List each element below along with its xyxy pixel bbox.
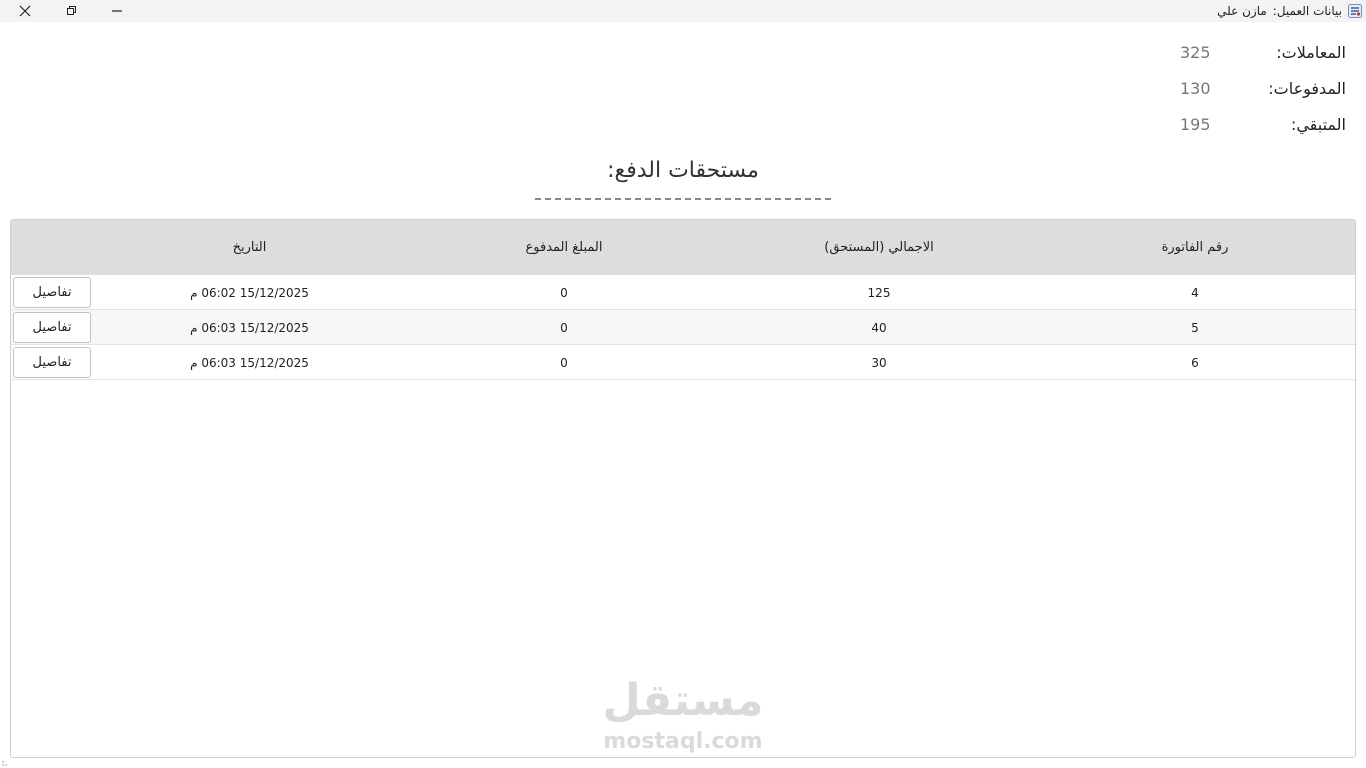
- resize-grip-icon[interactable]: [1, 759, 11, 767]
- cell-paid: 0: [560, 355, 568, 370]
- payments-value: 130: [1180, 78, 1211, 98]
- cell-invoice: 4: [1191, 285, 1199, 300]
- table-row[interactable]: 4 125 0 15/12/2025 06:02 م تفاصيل: [11, 275, 1355, 310]
- cell-invoice: 5: [1191, 320, 1199, 335]
- restore-button[interactable]: [48, 0, 94, 22]
- dues-table: رقم الفاتورة الاجمالي (المستحق) المبلغ ا…: [10, 219, 1356, 758]
- restore-icon: [67, 6, 76, 15]
- remaining-label: المتبقي:: [1290, 114, 1346, 134]
- transactions-row: 325 المعاملات:: [1180, 40, 1346, 64]
- transactions-label: المعاملات:: [1276, 42, 1346, 62]
- details-button[interactable]: تفاصيل: [13, 277, 91, 308]
- client-name: مازن علي: [1217, 4, 1267, 18]
- column-header-paid[interactable]: المبلغ المدفوع: [406, 220, 722, 275]
- dues-title: مستحقات الدفع:: [607, 158, 759, 183]
- cell-total: 40: [871, 320, 887, 335]
- payments-label: المدفوعات:: [1268, 78, 1346, 98]
- close-icon: [19, 5, 31, 17]
- cell-date: 15/12/2025 06:02 م: [190, 285, 309, 300]
- cell-date: 15/12/2025 06:03 م: [190, 320, 309, 335]
- table-row[interactable]: 6 30 0 15/12/2025 06:03 م تفاصيل: [11, 345, 1355, 380]
- payments-row: 130 المدفوعات:: [1180, 76, 1346, 100]
- minimize-button[interactable]: [94, 0, 140, 22]
- title-bar: مازن علي بيانات العميل:: [0, 0, 1366, 22]
- cell-total: 30: [871, 355, 887, 370]
- cell-invoice: 6: [1191, 355, 1199, 370]
- table-row[interactable]: 5 40 0 15/12/2025 06:03 م تفاصيل: [11, 310, 1355, 345]
- close-button[interactable]: [2, 0, 48, 22]
- window-title-label: بيانات العميل:: [1272, 4, 1342, 18]
- remaining-value: 195: [1180, 114, 1211, 134]
- cell-paid: 0: [560, 285, 568, 300]
- cell-total: 125: [867, 285, 891, 300]
- details-button[interactable]: تفاصيل: [13, 312, 91, 343]
- details-button[interactable]: تفاصيل: [13, 347, 91, 378]
- cell-date: 15/12/2025 06:03 م: [190, 355, 309, 370]
- column-header-invoice[interactable]: رقم الفاتورة: [1037, 220, 1353, 275]
- minimize-icon: [112, 10, 122, 12]
- column-header-date[interactable]: التاريخ: [93, 220, 406, 275]
- table-header: رقم الفاتورة الاجمالي (المستحق) المبلغ ا…: [11, 220, 1355, 275]
- app-icon: [1348, 4, 1362, 18]
- transactions-value: 325: [1180, 42, 1211, 62]
- column-header-total[interactable]: الاجمالي (المستحق): [721, 220, 1037, 275]
- remaining-row: 195 المتبقي:: [1180, 112, 1346, 136]
- window-title: مازن علي بيانات العميل:: [1217, 0, 1362, 22]
- cell-paid: 0: [560, 320, 568, 335]
- dues-title-divider: [535, 198, 831, 200]
